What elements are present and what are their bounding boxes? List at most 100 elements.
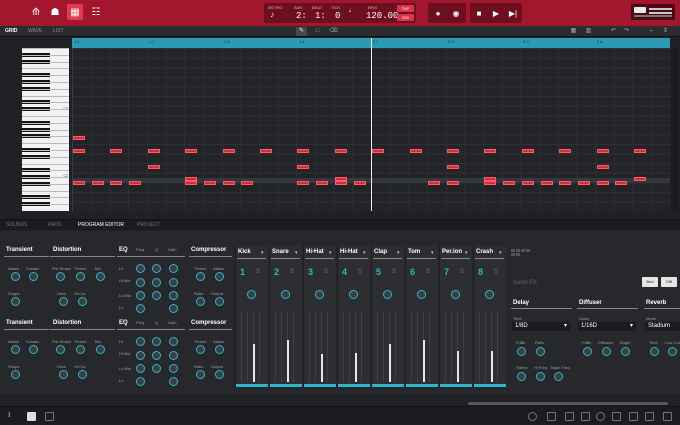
note[interactable] [353,181,366,185]
bar-value[interactable]: 2: [296,11,307,21]
delay-ratio-knob[interactable] [536,347,545,356]
pan-knob[interactable] [247,290,256,299]
layout-full-icon[interactable] [27,412,36,421]
stop-icon[interactable]: ■ [472,6,486,20]
note[interactable] [110,149,123,153]
note[interactable] [596,181,609,185]
eq-lo-gain-knob[interactable] [169,377,178,386]
tick-value[interactable]: 0 [335,11,340,21]
note[interactable] [559,149,572,153]
delay-basefreq-knob[interactable] [554,372,563,381]
beat-value[interactable]: 1: [315,11,326,21]
note[interactable] [596,149,609,153]
note[interactable] [91,181,104,185]
volume-fader[interactable] [389,343,391,382]
record-icon[interactable]: ● [431,6,445,20]
delay-fdbk-knob[interactable] [517,347,526,356]
pan-knob[interactable] [383,290,392,299]
solo-button[interactable]: S [256,269,260,275]
volume-fader[interactable] [355,352,357,382]
zoom-h-icon[interactable]: ⇔ [646,27,657,36]
eq-hi-freq-knob[interactable] [136,264,145,273]
eq-lo-freq-knob[interactable] [136,377,145,386]
note[interactable] [222,181,235,185]
note[interactable] [73,136,85,140]
channel-select-bar[interactable] [372,384,404,387]
trash-icon[interactable] [629,412,638,421]
note[interactable] [297,149,310,153]
note[interactable] [260,149,272,153]
chevron-down-icon[interactable]: ▾ [363,250,366,256]
comp-thresh-knob[interactable] [196,345,205,354]
channel-name[interactable]: Crash [476,249,493,255]
chevron-down-icon[interactable]: ▾ [295,250,298,256]
hicut-knob[interactable] [78,297,87,306]
pad-view-icon[interactable] [528,412,537,421]
delay-hifreq-knob[interactable] [536,372,545,381]
select-icon[interactable]: □ [312,27,323,36]
sustain-knob[interactable] [29,272,38,281]
channel-select-bar[interactable] [270,384,302,387]
list-icon[interactable] [612,412,621,421]
note[interactable] [447,149,459,153]
keyboard-icon[interactable] [547,412,556,421]
eq-hi-q-knob[interactable] [152,264,161,273]
eq-lo-freq-knob[interactable] [136,304,145,313]
note[interactable] [110,181,123,185]
comp-attack-knob[interactable] [215,272,224,281]
reverb-lowcut-knob[interactable] [668,347,677,356]
play-start-icon[interactable]: ▶| [506,6,520,20]
note[interactable] [521,149,534,153]
channel-name[interactable]: Kick [238,249,251,255]
info-icon[interactable]: ℹ [8,411,11,419]
note[interactable] [334,181,347,185]
eq-lomid-gain-knob[interactable] [169,364,178,373]
delay-time-select[interactable]: 1/8D ▾ [512,322,570,331]
quantize-icon[interactable]: ▥ [583,27,594,36]
note[interactable] [185,181,198,185]
note[interactable] [540,181,553,185]
note[interactable] [447,181,459,185]
channel-name[interactable]: Hi-Hat [306,249,324,255]
volume-fader[interactable] [321,354,323,382]
volume-fader[interactable] [287,340,289,382]
redo-icon[interactable]: ↷ [621,27,632,36]
eq-hi-q-knob[interactable] [152,337,161,346]
sig-button[interactable]: SIG [397,14,414,21]
pan-knob[interactable] [485,290,494,299]
history-icon[interactable] [596,412,605,421]
note[interactable] [129,181,142,185]
pan-knob[interactable] [315,290,324,299]
chevron-down-icon[interactable]: ▾ [465,250,468,256]
channel-select-bar[interactable] [338,384,370,387]
channel-name[interactable]: Per.ion [442,249,462,255]
note[interactable] [484,181,497,185]
play-icon[interactable]: ▶ [489,6,503,20]
pan-knob[interactable] [451,290,460,299]
volume-fader[interactable] [423,340,425,382]
attack-knob[interactable] [11,272,20,281]
preshape-knob[interactable] [56,345,65,354]
playhead[interactable] [371,38,372,211]
channel-name[interactable]: Tom [408,249,420,255]
preshape-knob[interactable] [56,272,65,281]
note[interactable] [316,181,329,185]
tab-sounds[interactable]: SOUNDS [6,222,27,228]
eq-himid-gain-knob[interactable] [169,278,178,287]
attack-knob[interactable] [11,345,20,354]
tab-grid[interactable]: GRID [5,28,18,34]
solo-button[interactable]: S [460,269,464,275]
channel-name[interactable]: Clap [374,249,387,255]
channel-select-bar[interactable] [440,384,472,387]
diffuser-fdbk-knob[interactable] [583,347,592,356]
eraser-icon[interactable]: ⌫ [328,27,339,36]
delay-stereo-knob[interactable] [517,372,526,381]
master-volume[interactable] [634,15,672,17]
chevron-down-icon[interactable]: ▾ [397,250,400,256]
chevron-down-icon[interactable]: ▾ [431,250,434,256]
channel-name[interactable]: Snare [272,249,289,255]
comp-output-knob[interactable] [215,370,224,379]
eq-lomid-q-knob[interactable] [152,291,161,300]
channel-select-bar[interactable] [236,384,268,387]
shape-knob[interactable] [11,297,20,306]
